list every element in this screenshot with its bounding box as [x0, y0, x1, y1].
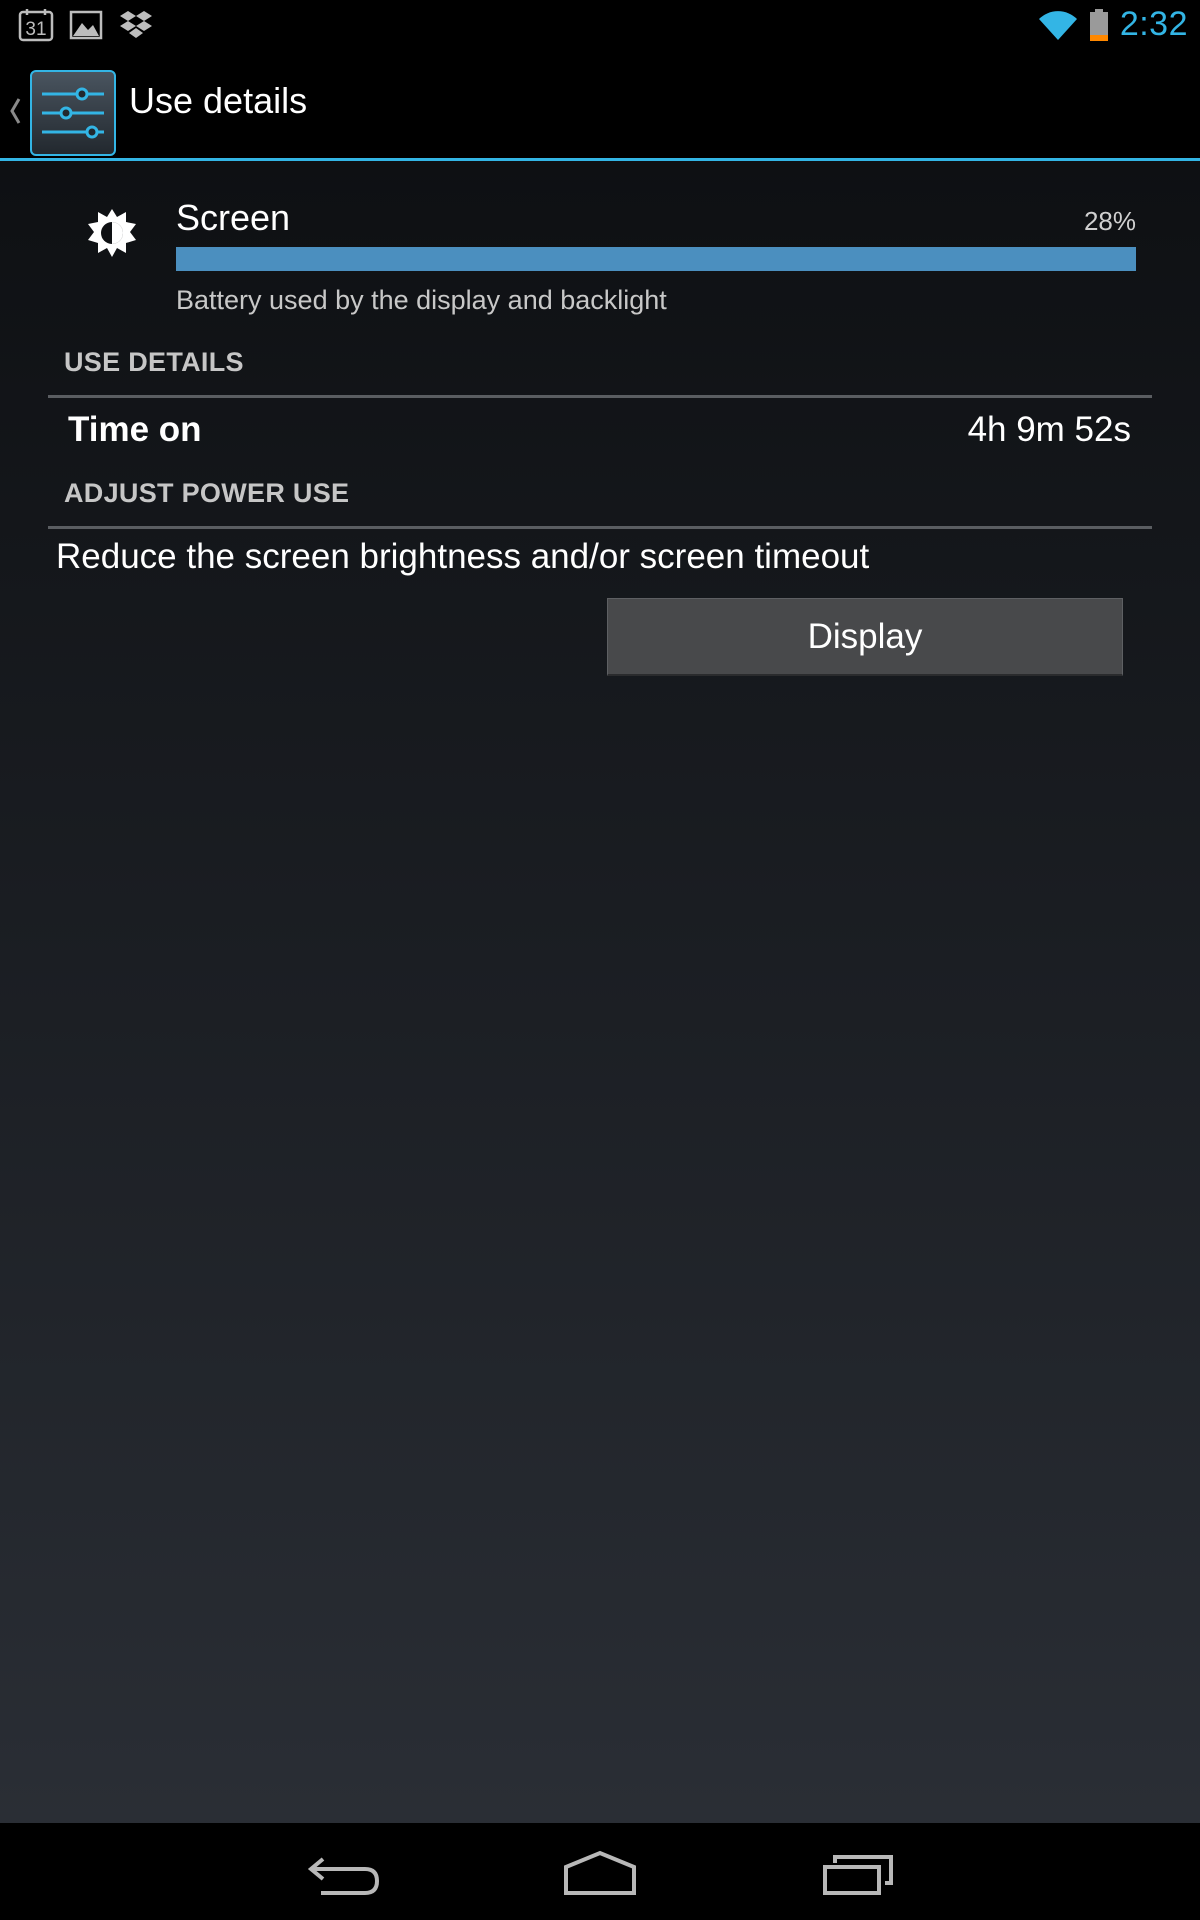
- time-on-value: 4h 9m 52s: [967, 410, 1131, 449]
- calendar-day: 31: [25, 19, 46, 40]
- back-icon: [307, 1857, 380, 1895]
- time-on-row: Time on 4h 9m 52s: [48, 398, 1152, 458]
- wifi-icon: [1038, 10, 1077, 40]
- status-clock: 2:32: [1119, 5, 1188, 43]
- section-header-adjust-power: ADJUST POWER USE: [48, 478, 1152, 529]
- recents-icon: [823, 1855, 893, 1895]
- home-button[interactable]: [550, 1839, 650, 1903]
- battery-icon: [1089, 8, 1108, 41]
- display-button[interactable]: Display: [607, 598, 1123, 676]
- recents-button[interactable]: [807, 1839, 907, 1903]
- time-on-label: Time on: [68, 410, 202, 449]
- usage-description: Battery used by the display and backligh…: [176, 285, 667, 315]
- action-bar: Use details: [0, 50, 1200, 161]
- usage-bar-fill: [176, 247, 1136, 271]
- usage-percent: 28%: [1083, 206, 1136, 236]
- section-title: ADJUST POWER USE: [64, 478, 350, 508]
- section-title: USE DETAILS: [64, 347, 244, 377]
- settings-sliders-icon: [30, 70, 116, 156]
- content-area: Screen 28% Battery used by the display a…: [0, 161, 1200, 1823]
- usage-title: Screen: [176, 197, 291, 238]
- up-button[interactable]: [0, 58, 122, 156]
- dropbox-icon: [120, 11, 152, 38]
- calendar-icon: 31: [18, 9, 54, 42]
- chevron-left-icon: [10, 98, 21, 124]
- back-button[interactable]: [293, 1839, 393, 1903]
- adjust-power-text: Reduce the screen brightness and/or scre…: [56, 537, 870, 576]
- status-bar: 31 2:32: [0, 0, 1200, 50]
- gallery-icon: [69, 10, 103, 40]
- usage-bar: [176, 247, 1136, 271]
- navigation-bar: [0, 1823, 1200, 1920]
- system-icons: 2:32: [1038, 5, 1188, 44]
- brightness-icon: [88, 209, 136, 257]
- page-title: Use details: [129, 80, 308, 121]
- home-icon: [564, 1850, 636, 1895]
- section-header-use-details: USE DETAILS: [48, 347, 1152, 398]
- notification-icons: 31: [18, 8, 154, 42]
